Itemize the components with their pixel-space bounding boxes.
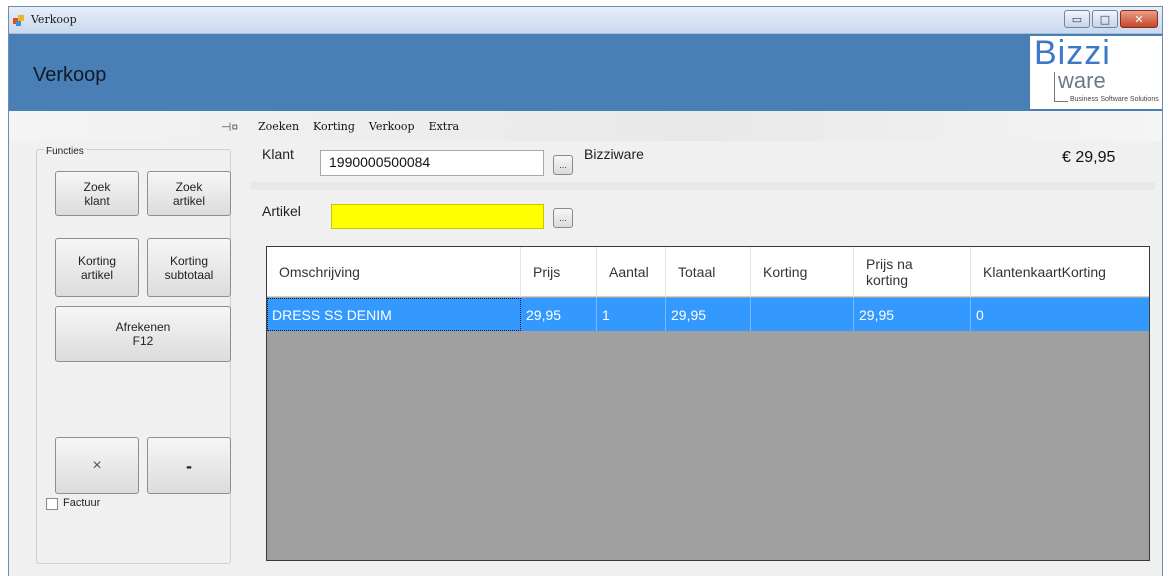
- menu-item-extra[interactable]: Extra: [429, 120, 459, 133]
- title-bar: Verkoop ▭ □ ✕: [9, 7, 1162, 34]
- menu-item-verkoop[interactable]: Verkoop: [369, 120, 415, 133]
- column-header-omschrijving[interactable]: Omschrijving: [267, 247, 521, 297]
- zoek-artikel-button[interactable]: Zoek artikel: [147, 171, 231, 216]
- klant-lookup-button[interactable]: ...: [553, 155, 573, 175]
- column-header-totaal[interactable]: Totaal: [666, 247, 751, 297]
- cell-omschrijving[interactable]: DRESS SS DENIM: [267, 298, 521, 331]
- factuur-label: Factuur: [63, 497, 101, 509]
- cell-prijs-na-korting[interactable]: 29,95: [854, 298, 971, 331]
- minus-button[interactable]: -: [147, 437, 231, 494]
- logo-tagline: Business Software Solutions: [1070, 96, 1159, 103]
- menu-item-korting[interactable]: Korting: [313, 120, 355, 133]
- korting-subtotaal-button[interactable]: Korting subtotaal: [147, 238, 231, 297]
- bizziware-logo: Bizzi ware Business Software Solutions: [1030, 34, 1162, 109]
- logo-line: [1054, 72, 1055, 102]
- artikel-lookup-button[interactable]: ...: [553, 208, 573, 228]
- page-title: Verkoop: [33, 64, 107, 86]
- maximize-icon[interactable]: □: [1092, 10, 1118, 28]
- menu-item-zoeken[interactable]: Zoeken: [258, 120, 299, 133]
- window-title: Verkoop: [31, 13, 77, 26]
- logo-line: [1054, 101, 1068, 102]
- menu-bar: Zoeken Korting Verkoop Extra: [258, 120, 459, 133]
- cancel-button[interactable]: ×: [55, 437, 139, 494]
- grid-header: Omschrijving Prijs Aantal Totaal Korting…: [267, 247, 1149, 297]
- column-header-korting[interactable]: Korting: [751, 247, 854, 297]
- minimize-icon[interactable]: ▭: [1064, 10, 1090, 28]
- window-controls: ▭ □ ✕: [1064, 10, 1158, 28]
- zoek-klant-button[interactable]: Zoek klant: [55, 171, 139, 216]
- close-icon[interactable]: ✕: [1120, 10, 1158, 28]
- cell-aantal[interactable]: 1: [597, 298, 666, 331]
- column-header-aantal[interactable]: Aantal: [597, 247, 666, 297]
- app-icon: [13, 15, 24, 26]
- cell-totaal[interactable]: 29,95: [666, 298, 751, 331]
- table-row[interactable]: DRESS SS DENIM 29,95 1 29,95 29,95 0: [267, 298, 1149, 331]
- toolbar: ⊣¤ Zoeken Korting Verkoop Extra: [9, 111, 1162, 141]
- pin-icon[interactable]: ⊣¤: [221, 120, 238, 134]
- customer-name: Bizziware: [584, 146, 644, 162]
- total-amount: € 29,95: [1062, 149, 1116, 166]
- logo-sub: ware: [1058, 68, 1106, 93]
- divider: [250, 182, 1155, 190]
- korting-artikel-button[interactable]: Korting artikel: [55, 238, 139, 297]
- column-header-klantenkaartkorting[interactable]: KlantenkaartKorting: [971, 247, 1151, 297]
- factuur-checkbox[interactable]: [46, 498, 58, 510]
- cell-klantenkaartkorting[interactable]: 0: [971, 298, 1151, 331]
- klant-label: Klant: [262, 146, 294, 162]
- column-header-prijs[interactable]: Prijs: [521, 247, 597, 297]
- cell-prijs[interactable]: 29,95: [521, 298, 597, 331]
- klant-input[interactable]: 1990000500084: [320, 150, 544, 176]
- functions-group-label: Functies: [44, 146, 86, 157]
- column-header-prijs-na-korting[interactable]: Prijs na korting: [854, 247, 971, 297]
- cell-korting[interactable]: [751, 298, 854, 331]
- artikel-label: Artikel: [262, 203, 301, 219]
- afrekenen-button[interactable]: Afrekenen F12: [55, 306, 231, 362]
- artikel-input[interactable]: [331, 204, 544, 229]
- header-band: Verkoop Bizzi ware Business Software Sol…: [9, 34, 1162, 111]
- sales-grid[interactable]: Omschrijving Prijs Aantal Totaal Korting…: [266, 246, 1150, 561]
